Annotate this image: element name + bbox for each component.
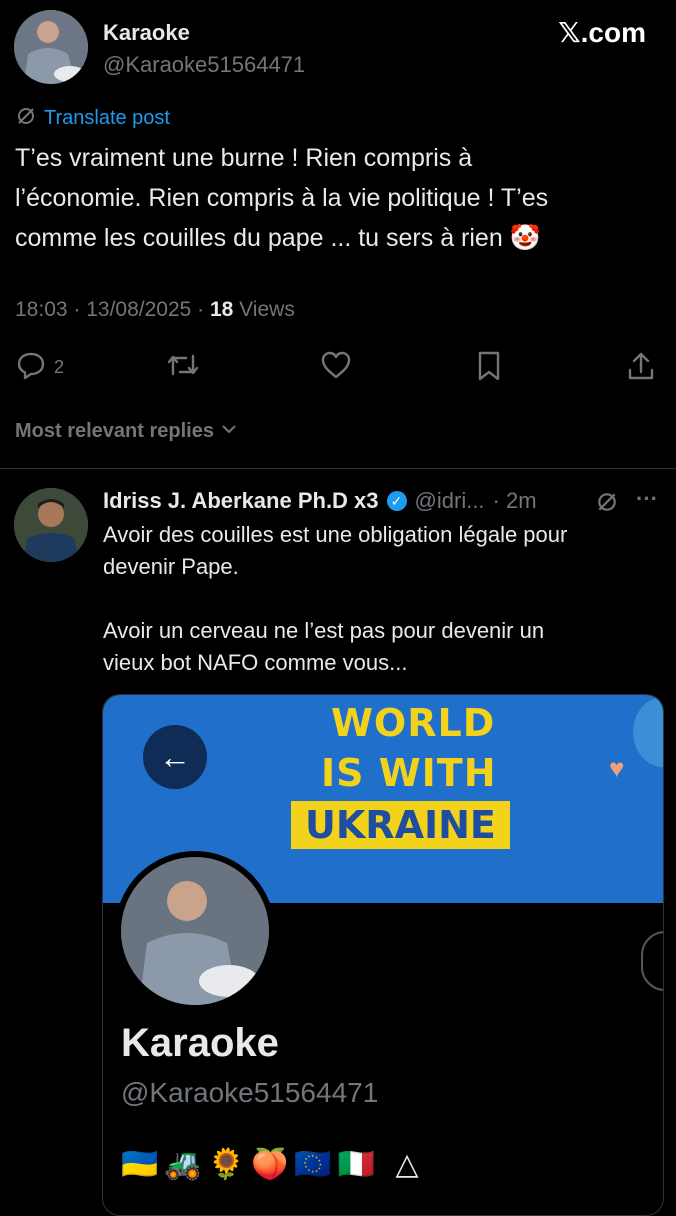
back-arrow-icon[interactable]: ← <box>143 725 207 789</box>
translate-icon <box>16 106 36 131</box>
reply-button[interactable]: 2 <box>16 350 64 385</box>
more-icon[interactable]: ··· <box>636 486 658 512</box>
profile-name: Karaoke <box>121 1021 279 1065</box>
tweet-meta: 18:03 · 13/08/2025 · 18 Views <box>15 298 295 322</box>
replies-filter[interactable]: Most relevant replies <box>15 420 238 443</box>
reply-author-avatar[interactable] <box>14 488 88 562</box>
translate-row[interactable]: Translate post <box>16 106 170 131</box>
tweet-text: T’es vraiment une burne ! Rien compris à… <box>15 144 549 252</box>
reply-header: Idriss J. Aberkane Ph.D x3 ✓ @idri... · … <box>103 488 537 514</box>
author-name[interactable]: Karaoke <box>103 20 190 46</box>
retweet-icon <box>166 350 200 385</box>
profile-bio: 🇺🇦🚜🌻🍑🇪🇺🇮🇹 △ <box>121 1148 425 1181</box>
views-label: Views <box>233 298 295 321</box>
site-logo: 𝕏.com <box>558 17 646 48</box>
reply-icon <box>16 350 46 385</box>
bookmark-button[interactable] <box>476 350 502 387</box>
reply-text: Avoir des couilles est une obligation lé… <box>103 522 568 675</box>
bookmark-icon <box>476 350 502 387</box>
retweet-button[interactable] <box>166 350 200 385</box>
reply-author-name[interactable]: Idriss J. Aberkane Ph.D x3 <box>103 488 379 514</box>
translate-link[interactable]: Translate post <box>44 107 170 130</box>
globe-icon <box>633 697 663 767</box>
views-count: 18 <box>209 298 234 321</box>
heart-icon: ♥ <box>609 753 625 783</box>
like-button[interactable] <box>320 350 352 385</box>
profile-side-button[interactable] <box>641 931 663 991</box>
reply-author-handle[interactable]: @idri... <box>415 488 485 514</box>
reply-time[interactable]: · 2m <box>493 488 537 514</box>
author-avatar[interactable] <box>14 10 88 84</box>
section-divider <box>0 468 676 469</box>
reply-count: 2 <box>54 357 65 377</box>
banner-text-line3: UKRAINE <box>291 801 510 849</box>
profile-handle: @Karaoke51564471 <box>121 1077 379 1108</box>
banner-text-line1: WORLD <box>331 701 496 745</box>
share-button[interactable] <box>626 350 656 387</box>
chevron-down-icon <box>220 420 238 443</box>
profile-avatar[interactable] <box>115 851 275 1011</box>
banner-text-line2: IS WITH <box>321 751 497 795</box>
share-icon <box>626 350 656 387</box>
author-handle[interactable]: @Karaoke51564471 <box>103 52 305 78</box>
reply-translate-icon[interactable] <box>596 491 618 518</box>
like-icon <box>320 350 352 385</box>
tweet-timestamp[interactable]: 18:03 · 13/08/2025 · <box>15 298 210 321</box>
embedded-profile-card[interactable]: WORLD IS WITH UKRAINE ♥ ← Karaoke @Karao… <box>102 694 664 1216</box>
replies-filter-label: Most relevant replies <box>15 420 214 442</box>
verified-icon: ✓ <box>386 491 407 511</box>
